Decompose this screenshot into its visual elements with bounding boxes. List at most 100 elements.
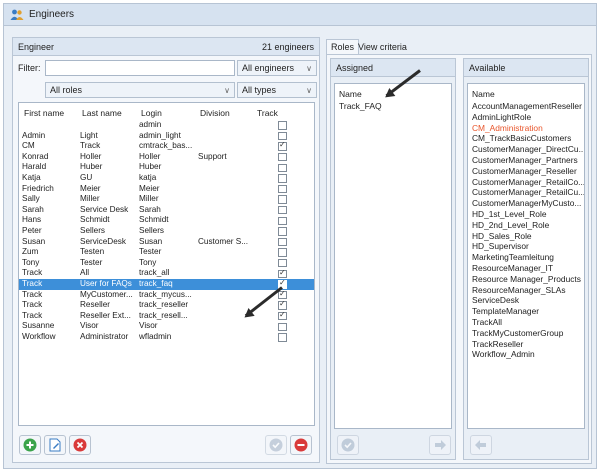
table-row[interactable]: admin xyxy=(19,120,314,131)
available-role-item[interactable]: CM_Administration xyxy=(472,123,543,133)
move-left-button[interactable] xyxy=(470,435,492,455)
edit-button[interactable] xyxy=(44,435,66,455)
available-role-item[interactable]: CustomerManager_RetailCo... xyxy=(472,177,584,187)
available-role-item[interactable]: CustomerManagerMyCusto... xyxy=(472,198,581,208)
available-role-item[interactable]: ServiceDesk xyxy=(472,295,519,305)
track-checkbox[interactable] xyxy=(278,333,287,342)
table-row[interactable]: Katja GU katja xyxy=(19,173,314,184)
column-header-division[interactable]: Division xyxy=(200,108,230,118)
cell-division: Support xyxy=(198,151,227,161)
table-row[interactable]: Hans Schmidt Schmidt xyxy=(19,215,314,226)
table-row[interactable]: Zum Testen Tester xyxy=(19,247,314,258)
table-row[interactable]: Sally Miller Miller xyxy=(19,194,314,205)
available-role-item[interactable]: TrackReseller xyxy=(472,339,523,349)
available-role-item[interactable]: HD_Supervisor xyxy=(472,241,529,251)
available-role-item[interactable]: TrackMyCustomerGroup xyxy=(472,328,563,338)
track-checkbox[interactable] xyxy=(278,322,287,332)
cell-last-name: Track xyxy=(80,141,101,151)
cell-last-name: Miller xyxy=(80,194,100,204)
table-row[interactable]: Susan ServiceDesk Susan Customer S... xyxy=(19,237,314,248)
column-header-login[interactable]: Login xyxy=(141,108,162,118)
track-checkbox[interactable] xyxy=(278,248,287,257)
available-role-item[interactable]: HD_Sales_Role xyxy=(472,231,532,241)
track-checkbox[interactable] xyxy=(278,140,287,151)
available-role-item[interactable]: AccountManagementReseller xyxy=(472,101,582,111)
cell-first-name: Sarah xyxy=(22,204,44,214)
assigned-confirm-button[interactable] xyxy=(337,435,359,455)
table-row[interactable]: Susanne Visor Visor xyxy=(19,321,314,332)
cell-first-name: Harald xyxy=(22,162,47,172)
tab-view-criteria[interactable]: View criteria xyxy=(354,39,411,54)
track-checkbox[interactable] xyxy=(278,195,287,204)
cell-login: Tester xyxy=(139,247,162,257)
add-icon xyxy=(23,438,37,452)
table-row[interactable]: CM Track cmtrack_bas... xyxy=(19,140,314,152)
move-right-button[interactable] xyxy=(429,435,451,455)
assigned-item[interactable]: Track_FAQ xyxy=(339,101,382,111)
table-row[interactable]: Track Reseller Ext... track_resell... xyxy=(19,310,314,322)
track-checkbox[interactable] xyxy=(278,237,287,247)
table-row[interactable]: Workflow Administrator wfladmin xyxy=(19,332,314,343)
table-row[interactable]: Harald Huber Huber xyxy=(19,162,314,173)
available-role-item[interactable]: CustomerManager_Partners xyxy=(472,155,578,165)
table-row[interactable]: Peter Sellers Sellers xyxy=(19,226,314,237)
track-checkbox[interactable] xyxy=(278,268,287,279)
assigned-panel: Assigned Name Track_FAQ xyxy=(330,58,456,460)
engineer-count: 21 engineers xyxy=(261,41,314,52)
add-button[interactable] xyxy=(19,435,41,455)
table-row[interactable]: Track User for FAQs track_faq xyxy=(19,278,314,290)
track-checkbox[interactable] xyxy=(278,152,287,162)
cell-login: Holler xyxy=(139,151,161,161)
table-row[interactable]: Admin Light admin_light xyxy=(19,131,314,142)
track-checkbox[interactable] xyxy=(278,289,287,300)
available-role-item[interactable]: MarketingTeamleitung xyxy=(472,252,554,262)
available-role-item[interactable]: Resource Manager_Products xyxy=(472,274,581,284)
available-role-item[interactable]: HD_2nd_Level_Role xyxy=(472,220,549,230)
track-checkbox[interactable] xyxy=(278,227,287,236)
track-checkbox[interactable] xyxy=(278,174,287,183)
track-checkbox[interactable] xyxy=(278,121,287,130)
track-checkbox[interactable] xyxy=(278,299,287,310)
available-role-item[interactable]: ResourceManager_IT xyxy=(472,263,553,273)
title-bar: Engineers xyxy=(4,4,596,26)
available-role-item[interactable]: CustomerManager_Reseller xyxy=(472,166,577,176)
track-checkbox[interactable] xyxy=(278,131,287,141)
table-row[interactable]: Konrad Holler Holler Support xyxy=(19,152,314,163)
track-checkbox[interactable] xyxy=(278,310,287,321)
table-row[interactable]: Track Reseller track_reseller xyxy=(19,299,314,311)
table-row[interactable]: Friedrich Meier Meier xyxy=(19,184,314,195)
cell-login: Miller xyxy=(139,194,159,204)
column-header-track[interactable]: Track xyxy=(257,108,278,118)
available-role-item[interactable]: CustomerManager_RetailCu... xyxy=(472,187,584,197)
confirm-button[interactable] xyxy=(265,435,287,455)
assigned-panel-title: Assigned xyxy=(336,62,374,73)
available-role-item[interactable]: Workflow_Admin xyxy=(472,349,535,359)
available-role-item[interactable]: TrackAll xyxy=(472,317,502,327)
table-row[interactable]: Track All track_all xyxy=(19,268,314,279)
available-role-item[interactable]: CM_TrackBasicCustomers xyxy=(472,133,571,143)
engineer-panel-title: Engineer xyxy=(18,41,55,52)
filter-input[interactable] xyxy=(45,60,235,76)
available-role-item[interactable]: TemplateManager xyxy=(472,306,539,316)
available-role-item[interactable]: CustomerManager_DirectCu... xyxy=(472,144,584,154)
table-row[interactable]: Sarah Service Desk Sarah xyxy=(19,205,314,216)
available-role-item[interactable]: AdminLightRole xyxy=(472,112,531,122)
cell-last-name: Light xyxy=(80,130,98,140)
delete-button[interactable] xyxy=(290,435,312,455)
engineers-select[interactable]: All engineers ∨ xyxy=(237,60,317,76)
roles-select[interactable]: All roles ∨ xyxy=(45,82,235,98)
edit-icon xyxy=(49,438,61,452)
table-row[interactable]: Tony Tester Tony xyxy=(19,258,314,269)
track-checkbox[interactable] xyxy=(278,205,287,215)
track-checkbox[interactable] xyxy=(278,258,287,268)
track-checkbox[interactable] xyxy=(278,163,287,173)
available-role-item[interactable]: HD_1st_Level_Role xyxy=(472,209,547,219)
cell-first-name: Admin xyxy=(22,130,46,140)
remove-button[interactable] xyxy=(69,435,91,455)
types-select[interactable]: All types ∨ xyxy=(237,82,317,98)
available-role-item[interactable]: ResourceManager_SLAs xyxy=(472,285,566,295)
column-header-last-name[interactable]: Last name xyxy=(82,108,122,118)
column-header-first-name[interactable]: First name xyxy=(24,108,64,118)
track-checkbox[interactable] xyxy=(278,216,287,226)
track-checkbox[interactable] xyxy=(278,184,287,194)
